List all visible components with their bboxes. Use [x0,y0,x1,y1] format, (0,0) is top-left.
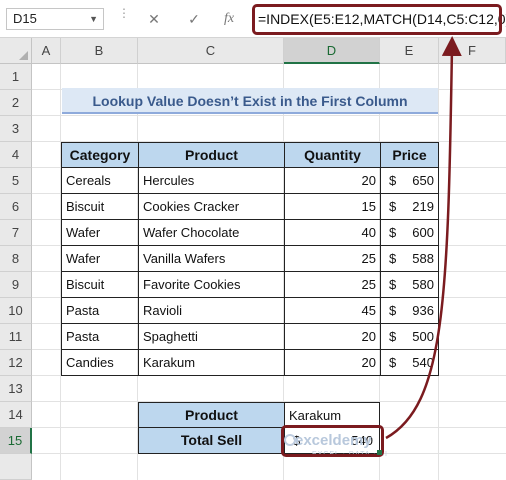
connector-arrow [385,36,462,440]
